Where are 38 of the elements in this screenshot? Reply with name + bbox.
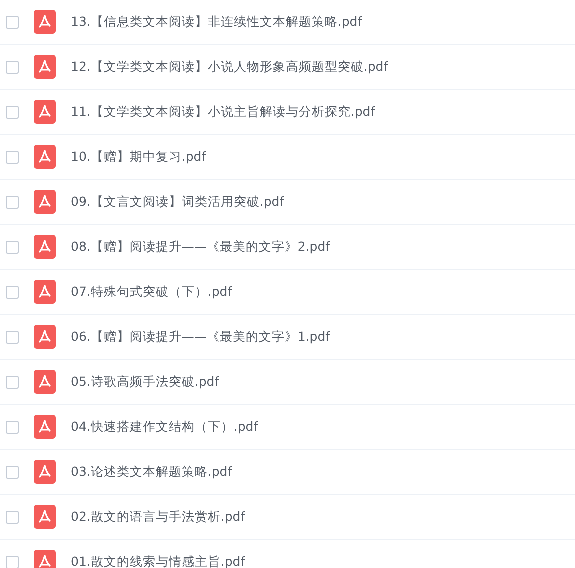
- pdf-file-icon: [34, 325, 56, 349]
- checkbox[interactable]: [6, 240, 19, 254]
- checkbox[interactable]: [6, 376, 19, 388]
- checkbox[interactable]: [6, 106, 19, 118]
- pdf-file-icon: [34, 235, 56, 259]
- checkbox[interactable]: [6, 466, 19, 478]
- checkbox[interactable]: [6, 330, 19, 344]
- file-name[interactable]: 01.散文的线索与情感主旨.pdf: [71, 554, 246, 568]
- checkbox[interactable]: [6, 420, 19, 434]
- file-name[interactable]: 03.论述类文本解题策略.pdf: [71, 464, 232, 480]
- pdf-file-icon: [34, 55, 56, 79]
- file-name[interactable]: 11.【文学类文本阅读】小说主旨解读与分析探究.pdf: [71, 104, 376, 120]
- pdf-file-icon: [34, 100, 56, 124]
- checkbox[interactable]: [6, 556, 19, 568]
- file-name[interactable]: 04.快速搭建作文结构（下）.pdf: [71, 418, 258, 436]
- file-name[interactable]: 13.【信息类文本阅读】非连续性文本解题策略.pdf: [71, 14, 362, 30]
- file-name[interactable]: 05.诗歌高频手法突破.pdf: [71, 374, 220, 390]
- pdf-file-icon: [34, 370, 56, 394]
- pdf-file-icon: [34, 415, 56, 439]
- checkbox[interactable]: [6, 16, 19, 28]
- checkbox[interactable]: [6, 60, 19, 74]
- file-name[interactable]: 08.【赠】阅读提升——《最美的文字》2.pdf: [71, 238, 330, 256]
- checkbox[interactable]: [6, 510, 19, 524]
- checkbox[interactable]: [6, 150, 19, 164]
- pdf-file-icon: [34, 505, 56, 529]
- pdf-file-icon: [34, 190, 56, 214]
- checkbox[interactable]: [6, 286, 19, 298]
- file-name[interactable]: 07.特殊句式突破（下）.pdf: [71, 284, 232, 300]
- pdf-file-icon: [34, 460, 56, 484]
- pdf-file-icon: [34, 145, 56, 169]
- file-name[interactable]: 09.【文言文阅读】词类活用突破.pdf: [71, 194, 284, 210]
- file-name[interactable]: 12.【文学类文本阅读】小说人物形象高频题型突破.pdf: [71, 58, 388, 76]
- file-name[interactable]: 06.【赠】阅读提升——《最美的文字》1.pdf: [71, 328, 330, 346]
- pdf-file-icon: [34, 10, 56, 34]
- pdf-file-icon: [34, 280, 56, 304]
- file-name[interactable]: 02.散文的语言与手法赏析.pdf: [71, 508, 246, 526]
- checkbox[interactable]: [6, 196, 19, 208]
- file-name[interactable]: 10.【赠】期中复习.pdf: [71, 148, 206, 166]
